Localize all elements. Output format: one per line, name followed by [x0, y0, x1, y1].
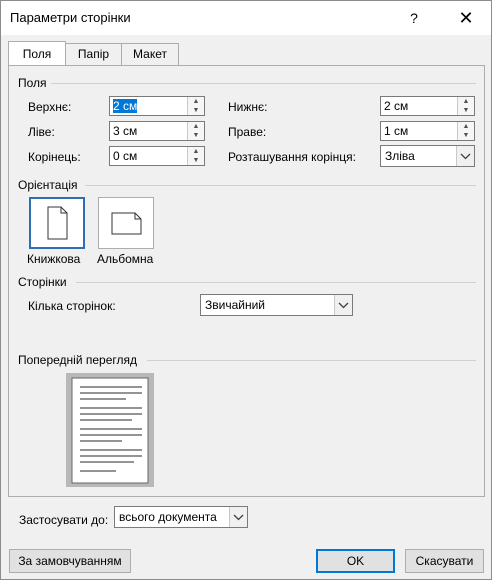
gutter-label: Корінець:	[28, 150, 81, 164]
spinner-buttons[interactable]: ▲ ▼	[187, 97, 204, 115]
spinner-buttons[interactable]: ▲ ▼	[187, 147, 204, 165]
multiple-pages-select[interactable]: Звичайний	[200, 294, 353, 316]
apply-to-label: Застосувати до:	[19, 513, 109, 527]
tab-margins[interactable]: Поля	[8, 41, 66, 67]
apply-to-select[interactable]: всього документа	[114, 506, 248, 528]
section-divider	[147, 360, 476, 361]
preview-section-label: Попередній перегляд	[18, 353, 138, 367]
bottom-margin-value[interactable]: 2 см	[384, 99, 408, 113]
right-margin-value[interactable]: 1 см	[384, 124, 408, 138]
ok-button[interactable]: OK	[316, 549, 395, 573]
top-margin-value[interactable]: 2 см	[113, 99, 138, 113]
landscape-label[interactable]: Альбомна	[97, 252, 153, 266]
cancel-button[interactable]: Скасувати	[405, 549, 484, 573]
spin-down-icon[interactable]: ▼	[458, 106, 474, 115]
portrait-page-icon	[47, 206, 68, 240]
margins-section-label: Поля	[18, 76, 47, 90]
page-preview	[71, 377, 149, 484]
section-divider	[85, 185, 476, 186]
left-margin-label: Ліве:	[28, 125, 55, 139]
chevron-down-icon[interactable]	[334, 295, 352, 315]
apply-to-value: всього документа	[119, 510, 217, 524]
page-setup-dialog: Параметри сторінки ? ✕ Поля Папір Макет …	[0, 0, 492, 580]
section-divider	[51, 83, 476, 84]
spinner-buttons[interactable]: ▲ ▼	[187, 122, 204, 140]
portrait-label[interactable]: Книжкова	[27, 252, 80, 266]
gutter-spinner[interactable]: 0 см ▲ ▼	[109, 146, 205, 166]
gutter-position-select[interactable]: Зліва	[380, 145, 475, 167]
landscape-page-icon	[111, 212, 142, 235]
title-bar: Параметри сторінки ? ✕	[1, 1, 491, 35]
spinner-buttons[interactable]: ▲ ▼	[457, 122, 474, 140]
tab-paper[interactable]: Папір	[65, 43, 122, 65]
bottom-margin-label: Нижнє:	[228, 100, 268, 114]
section-divider	[76, 282, 476, 283]
top-margin-label: Верхнє:	[28, 100, 72, 114]
landscape-button[interactable]	[98, 197, 154, 249]
gutter-position-label: Розташування корінця:	[228, 150, 356, 164]
left-margin-value[interactable]: 3 см	[113, 124, 137, 138]
spin-down-icon[interactable]: ▼	[188, 156, 204, 165]
right-margin-label: Праве:	[228, 125, 267, 139]
left-margin-spinner[interactable]: 3 см ▲ ▼	[109, 121, 205, 141]
multiple-pages-value: Звичайний	[205, 298, 265, 312]
gutter-position-value: Зліва	[385, 149, 415, 163]
spin-down-icon[interactable]: ▼	[188, 131, 204, 140]
spinner-buttons[interactable]: ▲ ▼	[457, 97, 474, 115]
help-button[interactable]: ?	[403, 7, 425, 29]
tab-layout[interactable]: Макет	[121, 43, 179, 65]
bottom-margin-spinner[interactable]: 2 см ▲ ▼	[380, 96, 475, 116]
chevron-down-icon[interactable]	[456, 146, 474, 166]
spin-down-icon[interactable]: ▼	[458, 131, 474, 140]
close-button[interactable]: ✕	[453, 5, 479, 31]
right-margin-spinner[interactable]: 1 см ▲ ▼	[380, 121, 475, 141]
portrait-button[interactable]	[29, 197, 85, 249]
gutter-value[interactable]: 0 см	[113, 149, 137, 163]
top-margin-spinner[interactable]: 2 см ▲ ▼	[109, 96, 205, 116]
preview-background	[66, 373, 154, 487]
dialog-title: Параметри сторінки	[10, 10, 131, 25]
set-as-default-button[interactable]: За замовчуванням	[9, 549, 131, 573]
chevron-down-icon[interactable]	[229, 507, 247, 527]
pages-section-label: Сторінки	[18, 275, 67, 289]
spin-down-icon[interactable]: ▼	[188, 106, 204, 115]
orientation-section-label: Орієнтація	[18, 178, 78, 192]
multiple-pages-label: Кілька сторінок:	[28, 299, 116, 313]
